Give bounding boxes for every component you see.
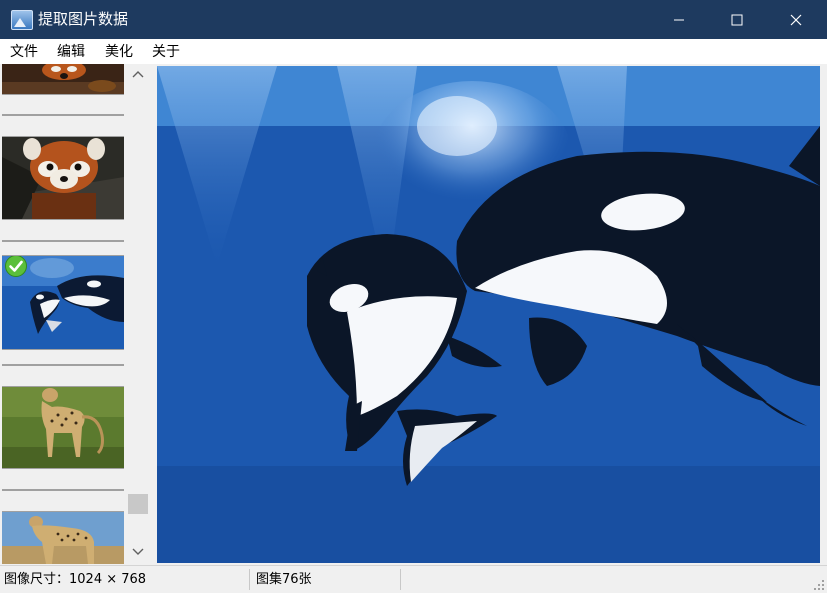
thumbnail-frame <box>2 241 124 256</box>
scroll-thumb[interactable] <box>128 494 148 514</box>
window-title: 提取图片数据 <box>38 10 129 28</box>
menu-edit[interactable]: 编辑 <box>57 42 85 62</box>
thumbnail-frame <box>2 115 124 137</box>
thumbnail-cheetah-grass[interactable] <box>2 387 124 468</box>
thumbnail-cheetah-standing[interactable] <box>2 512 124 564</box>
title-bar[interactable]: 提取图片数据 <box>0 0 827 39</box>
image-size-status: 图像尺寸：1024 × 768 <box>4 572 147 587</box>
scroll-down-button[interactable] <box>126 542 150 562</box>
thumbnail-frame <box>2 349 124 365</box>
maximize-icon <box>731 14 743 25</box>
minimize-icon <box>674 19 684 20</box>
thumbnail-frame <box>2 365 124 387</box>
menu-beautify[interactable]: 美化 <box>105 42 133 62</box>
chevron-up-icon <box>132 71 144 78</box>
status-divider <box>249 569 250 590</box>
thumbnail-orcas[interactable] <box>2 256 124 349</box>
main-image <box>157 66 820 563</box>
close-button[interactable] <box>768 0 824 39</box>
resize-grip-icon[interactable] <box>813 579 825 591</box>
image-viewer[interactable] <box>150 64 827 565</box>
minimize-button[interactable] <box>651 0 707 39</box>
thumbnail-list[interactable] <box>0 64 126 564</box>
app-icon <box>11 10 33 30</box>
thumbnail-frame <box>2 468 124 490</box>
chevron-down-icon <box>132 548 144 555</box>
menu-about[interactable]: 关于 <box>152 42 180 62</box>
menu-bar: 文件 编辑 美化 关于 <box>0 39 827 64</box>
scroll-up-button[interactable] <box>126 64 150 84</box>
thumbnail-frame <box>2 94 124 115</box>
image-count-status: 图集76张 <box>256 572 312 587</box>
close-icon <box>790 14 802 25</box>
thumbnail-frame <box>2 490 124 512</box>
menu-file[interactable]: 文件 <box>10 42 38 62</box>
status-divider <box>400 569 401 590</box>
thumbnail-red-panda-partial[interactable] <box>2 64 124 94</box>
thumbnail-red-panda[interactable] <box>2 137 124 219</box>
thumbnail-scrollbar[interactable] <box>126 64 150 564</box>
checkmark-badge-icon <box>5 256 27 277</box>
status-bar: 图像尺寸：1024 × 768 图集76张 <box>0 565 827 593</box>
maximize-button[interactable] <box>709 0 765 39</box>
thumbnail-frame <box>2 219 124 241</box>
